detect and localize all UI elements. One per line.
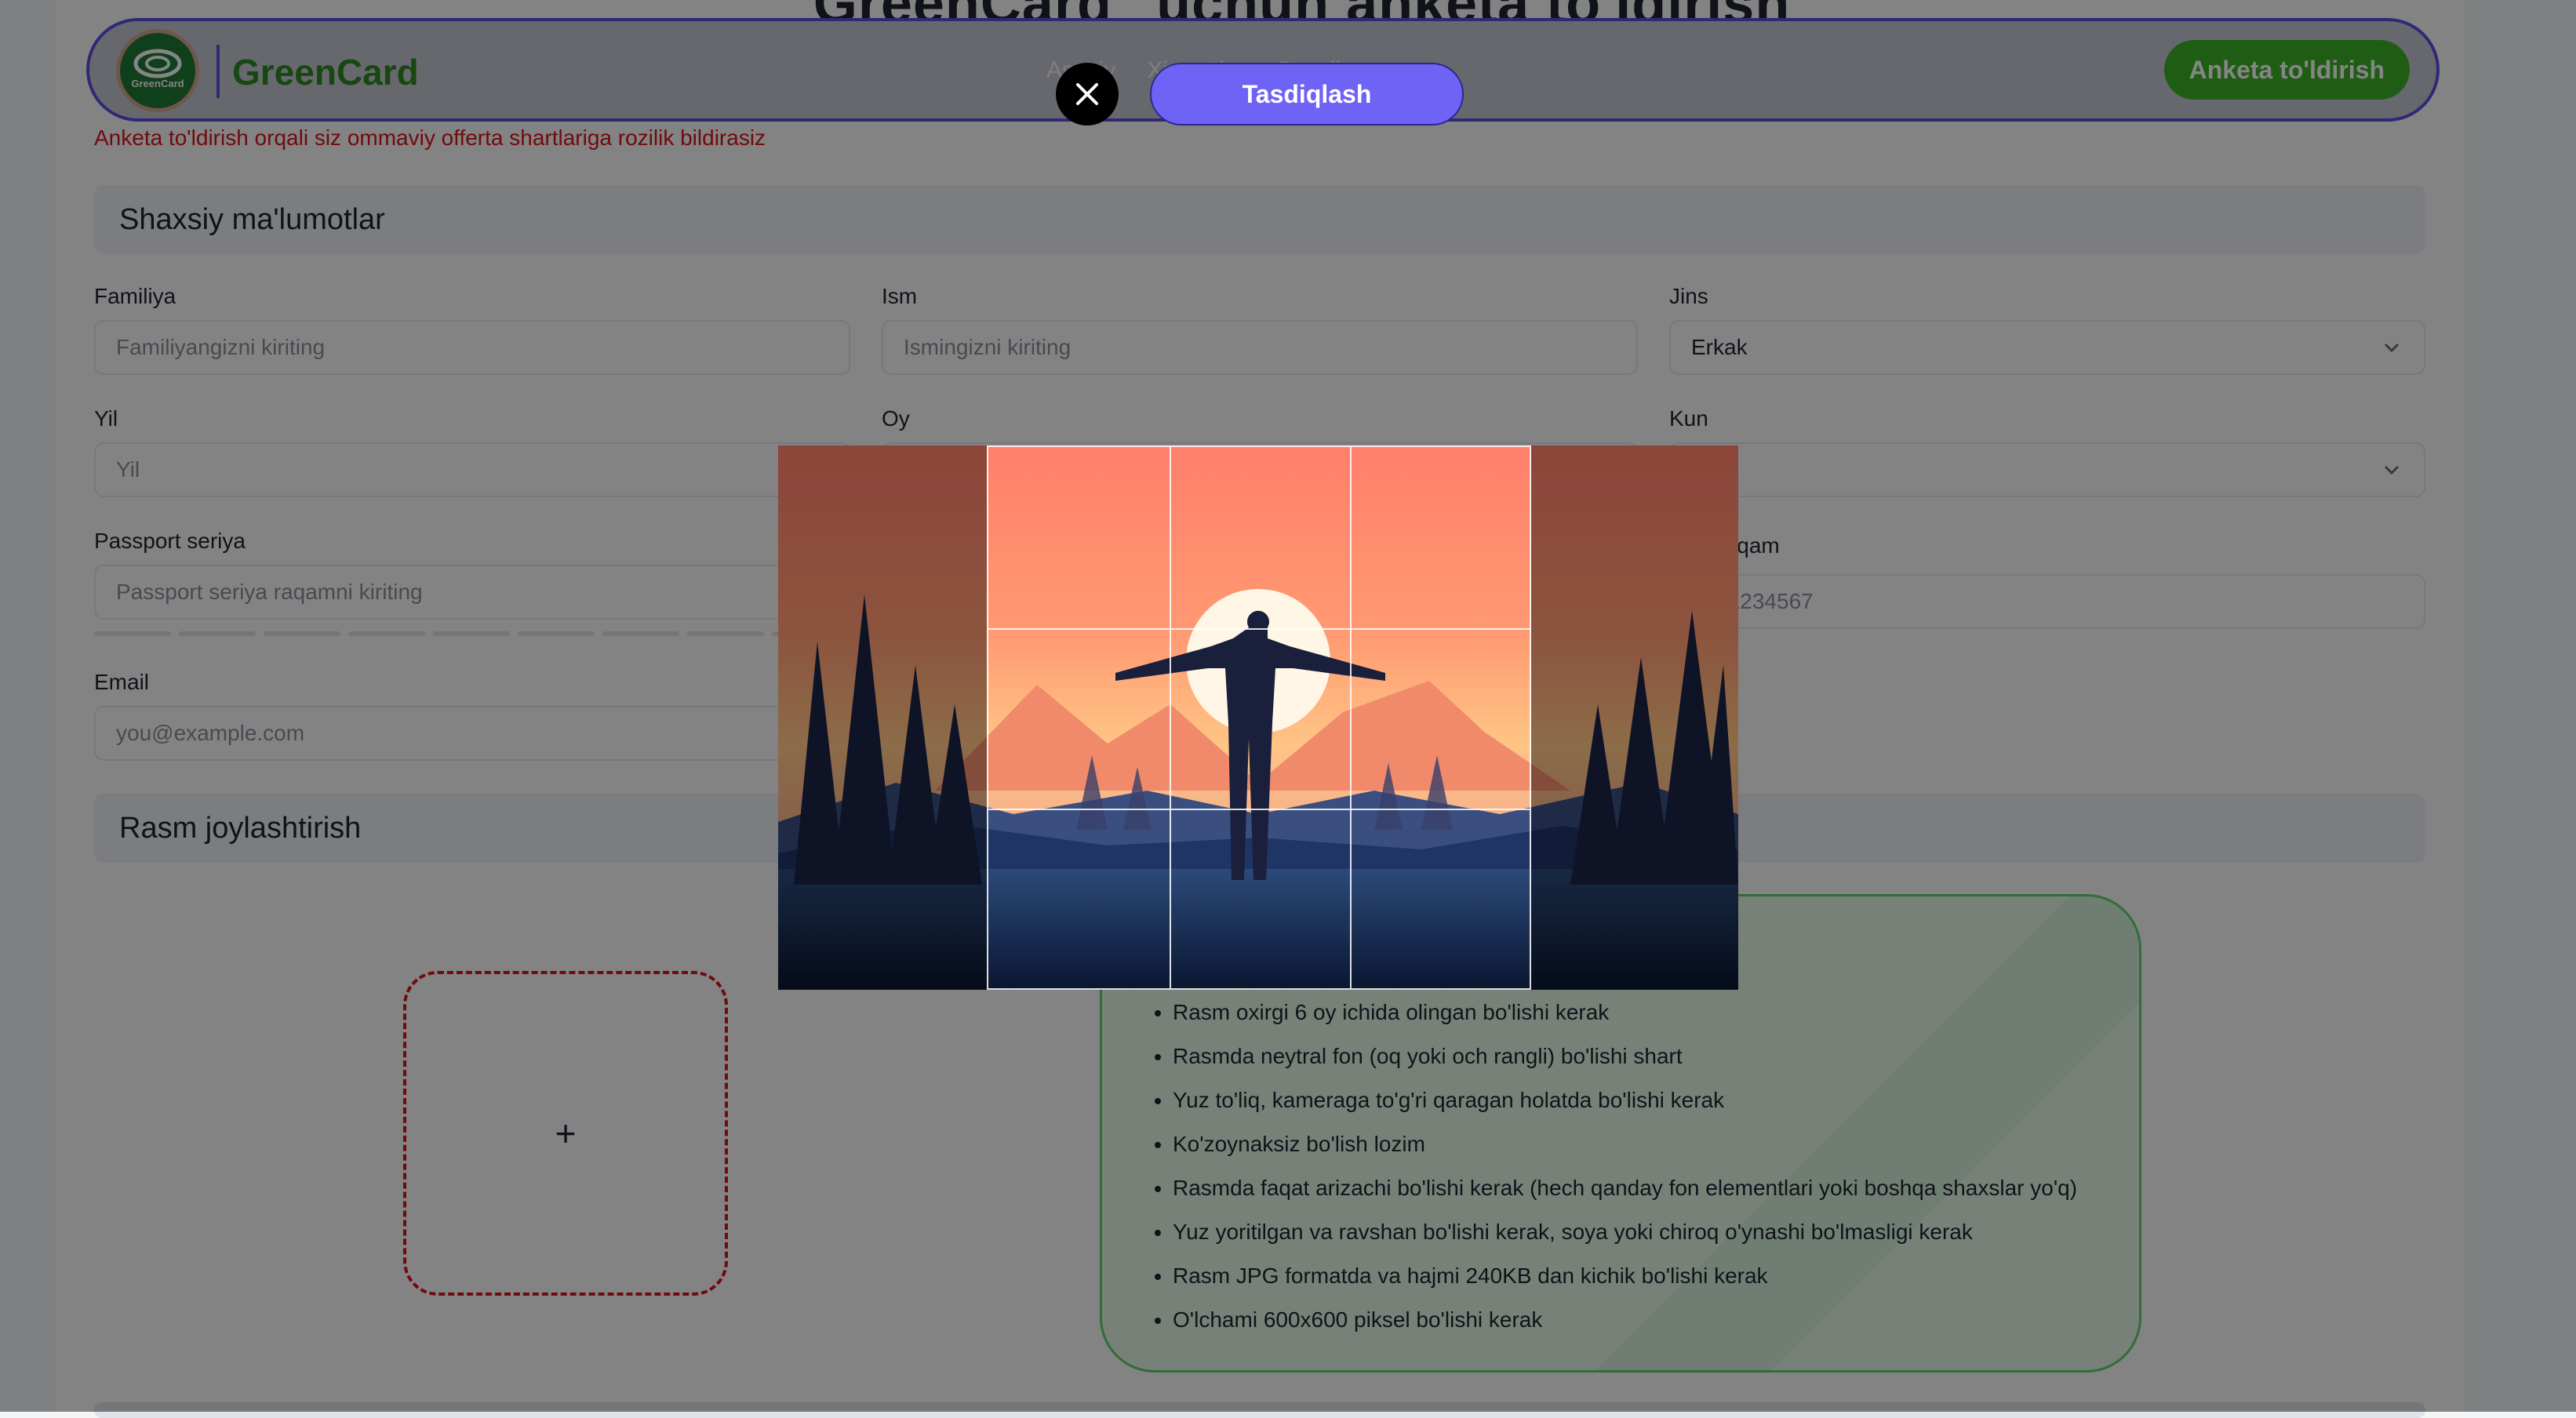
confirm-crop-button[interactable]: Tasdiqlash (1150, 63, 1464, 125)
close-icon (1076, 83, 1098, 105)
crop-mask-left (778, 445, 987, 990)
close-button[interactable] (1056, 63, 1119, 125)
crop-mask-right (1531, 445, 1738, 990)
crop-editor[interactable] (778, 445, 1738, 990)
crop-selection-frame[interactable] (987, 445, 1531, 990)
